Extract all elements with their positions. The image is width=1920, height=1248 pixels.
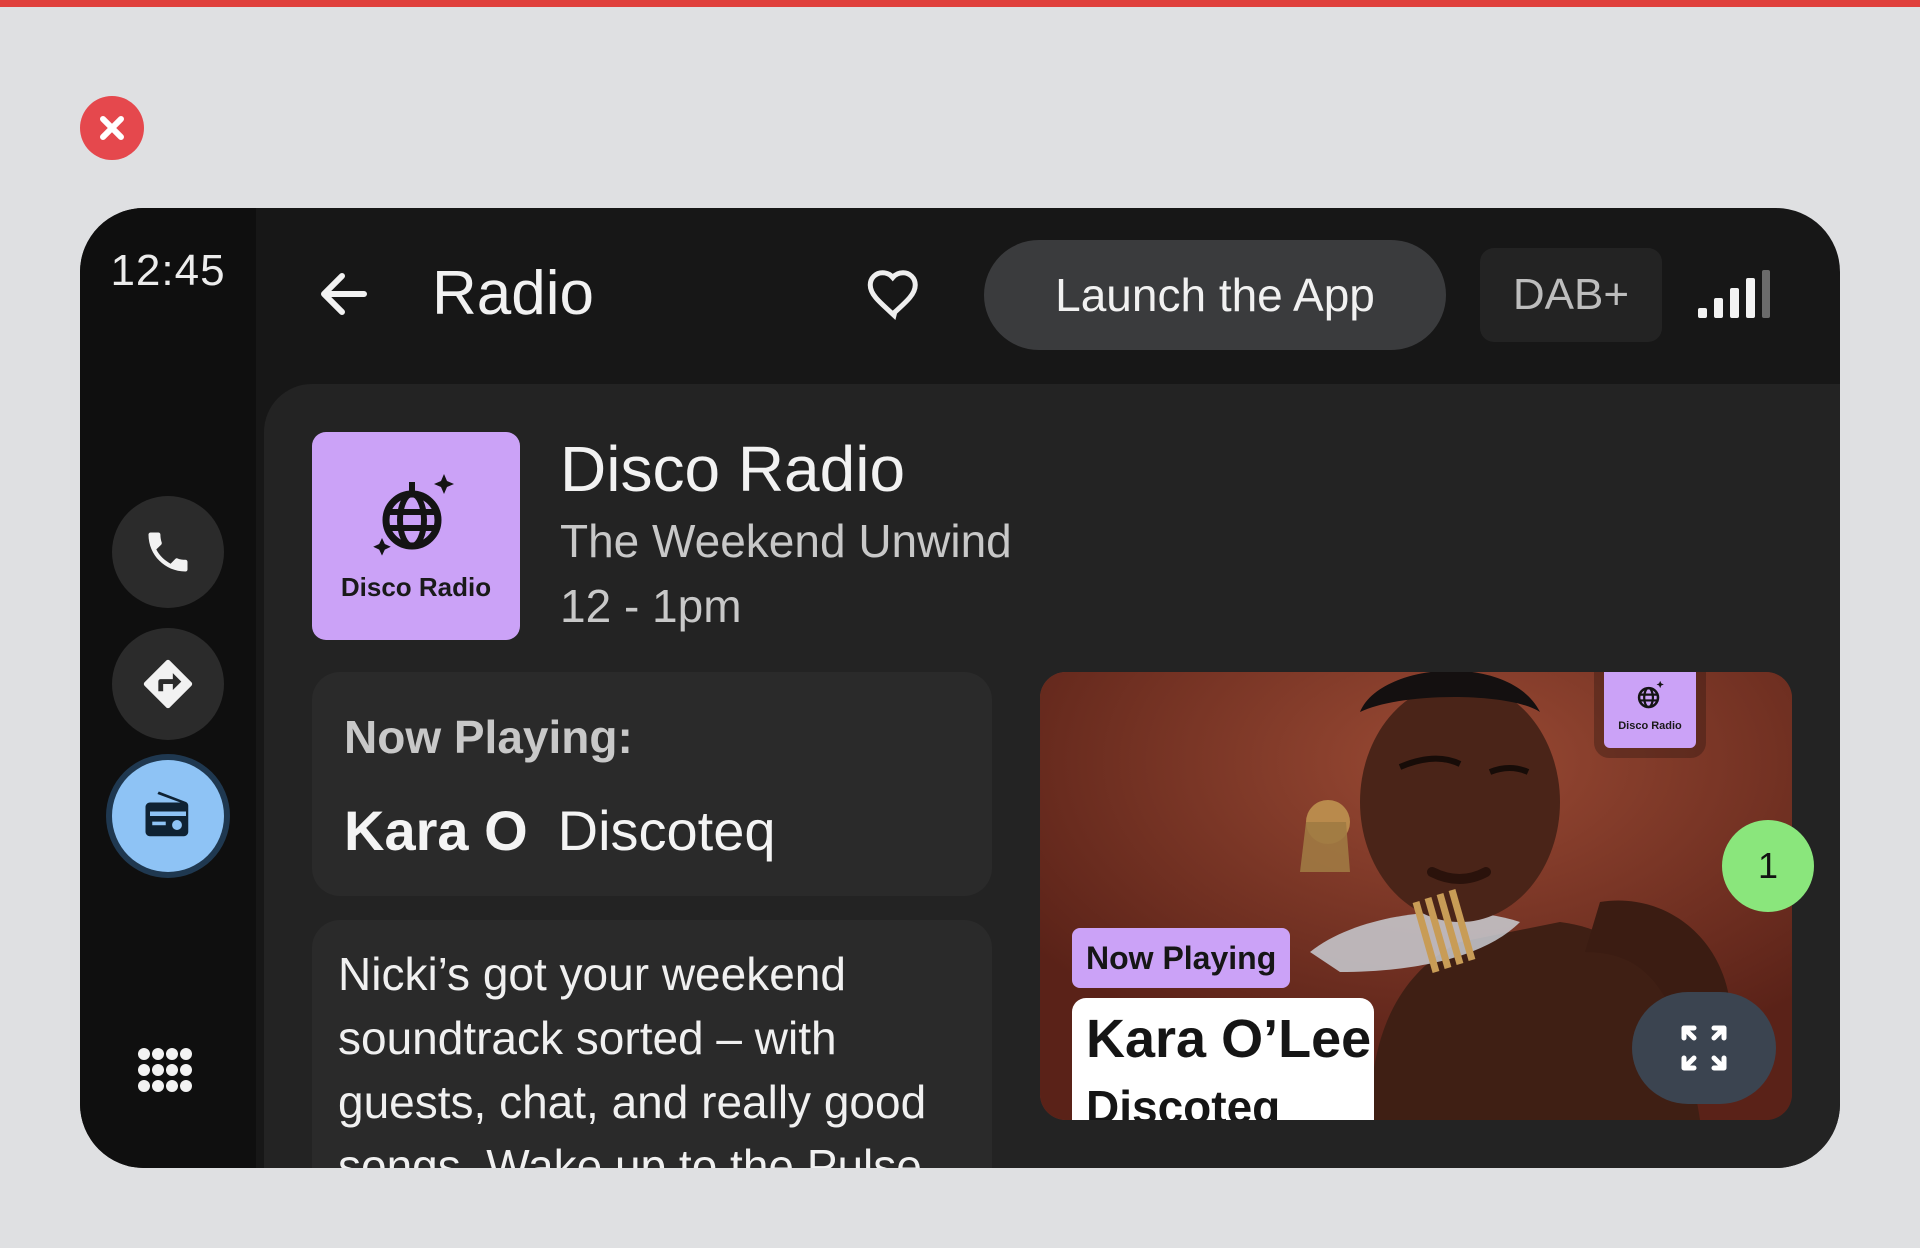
app-header: Radio Launch the App DAB+ (256, 208, 1840, 384)
mini-logo-label: Disco Radio (1618, 720, 1682, 732)
radio-content-panel: Disco Radio Disco Radio The Weekend Unwi… (264, 384, 1840, 1168)
disco-ball-icon (373, 474, 454, 556)
fullscreen-icon (1681, 1025, 1727, 1071)
clock: 12:45 (110, 246, 226, 295)
now-playing-track: Kara O Discoteq (344, 798, 776, 863)
now-playing-artist: Kara O (344, 799, 528, 862)
station-mini-logo: Disco Radio (1604, 672, 1696, 748)
app-grid-icon (138, 1048, 192, 1092)
back-button[interactable] (312, 262, 376, 326)
car-display: 12:45 Radio Launch the App DAB+ Disco Ra… (80, 208, 1840, 1168)
phone-icon (148, 532, 188, 572)
program-time: 12 - 1pm (560, 580, 742, 632)
album-track-card: Kara O’Lee Discoteq (1072, 998, 1374, 1120)
album-art-card[interactable]: Disco Radio Now Playing Kara O’Lee Disco… (1040, 672, 1792, 1120)
program-name: The Weekend Unwind (560, 515, 1012, 567)
close-button[interactable] (80, 96, 144, 160)
program-description: Nicki’s got your weekend soundtrack sort… (338, 948, 927, 1168)
now-playing-song: Discoteq (557, 799, 776, 862)
close-icon (100, 116, 124, 140)
now-playing-badge: Now Playing (1072, 928, 1291, 988)
signal-strength-icon (1696, 268, 1772, 320)
favorite-button[interactable] (864, 264, 924, 324)
rail-radio-button[interactable] (112, 760, 224, 872)
now-playing-card: Now Playing: Kara O Discoteq (312, 672, 992, 896)
radio-icon (145, 791, 189, 837)
expand-button[interactable] (1632, 992, 1776, 1104)
disco-ball-icon (1637, 680, 1664, 709)
top-accent-bar (0, 0, 1920, 7)
navigation-rail: 12:45 (80, 208, 256, 1168)
dab-band-button[interactable]: DAB+ (1480, 248, 1662, 342)
rail-phone-button[interactable] (112, 496, 224, 608)
album-artist: Kara O’Lee (1086, 1009, 1372, 1069)
station-artwork-label: Disco Radio (340, 572, 492, 602)
station-artwork: Disco Radio (312, 432, 520, 640)
app-launcher-button[interactable] (134, 1044, 198, 1108)
album-song: Discoteq (1086, 1081, 1281, 1120)
notification-count-badge[interactable]: 1 (1722, 820, 1814, 912)
heart-icon (867, 270, 918, 320)
station-name: Disco Radio (560, 433, 906, 505)
now-playing-label: Now Playing: (344, 711, 633, 763)
page-title: Radio (432, 259, 594, 328)
program-description-card[interactable]: Nicki’s got your weekend soundtrack sort… (312, 920, 992, 1168)
launch-app-button[interactable]: Launch the App (984, 240, 1446, 350)
arrow-back-icon (321, 273, 367, 315)
rail-navigation-button[interactable] (112, 628, 224, 740)
navigation-icon (143, 659, 193, 709)
